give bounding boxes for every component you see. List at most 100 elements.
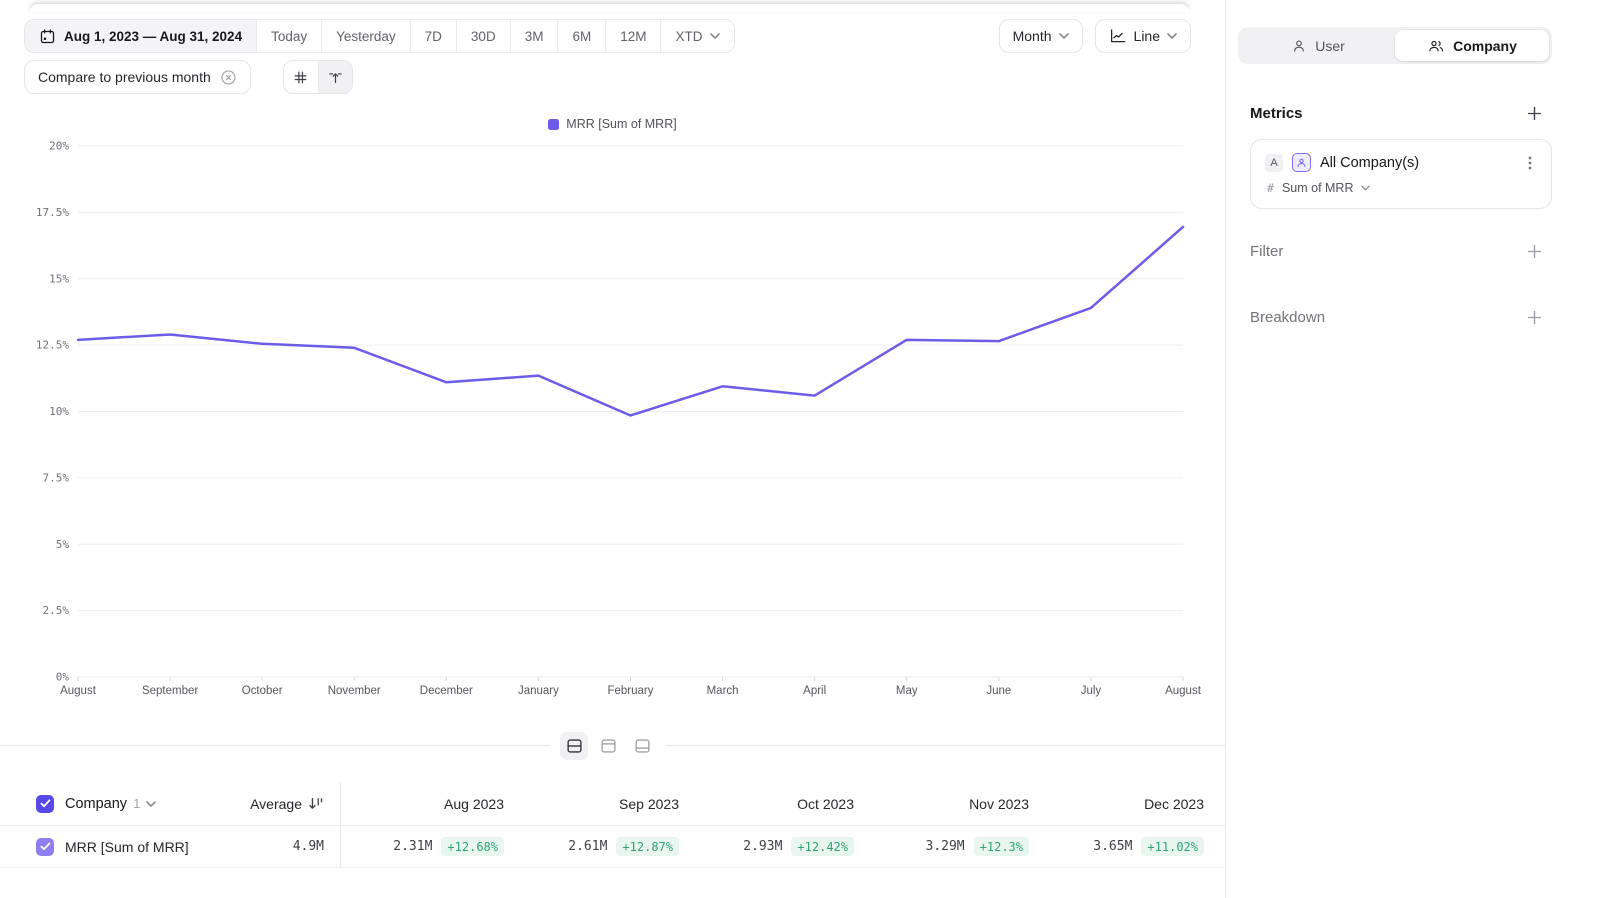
svg-text:15%: 15%	[49, 272, 69, 285]
month-value: 2.93M	[743, 839, 782, 854]
aggregation-selector[interactable]: # Sum of MRR	[1265, 181, 1537, 195]
svg-text:5%: 5%	[56, 538, 70, 551]
chevron-down-icon	[1059, 33, 1069, 39]
align-top-toggle-button[interactable]	[318, 61, 352, 93]
month-cell: 3.65M+11.02%	[1041, 826, 1216, 867]
add-metric-button[interactable]	[1526, 105, 1543, 122]
date-range-group: Aug 1, 2023 — Aug 31, 2024 TodayYesterda…	[24, 19, 735, 53]
layout-toggle-group	[550, 729, 666, 763]
chart-type-label: Line	[1134, 28, 1160, 44]
add-breakdown-button[interactable]	[1526, 309, 1543, 326]
quick-range-xtd[interactable]: XTD	[661, 20, 734, 52]
svg-text:7.5%: 7.5%	[43, 471, 70, 484]
delta-badge: +12.68%	[441, 837, 504, 856]
toolbar: Aug 1, 2023 — Aug 31, 2024 TodayYesterda…	[24, 19, 1191, 53]
quick-range-30d[interactable]: 30D	[457, 20, 511, 52]
chart-legend-item[interactable]: MRR [Sum of MRR]	[548, 117, 676, 131]
svg-text:2.5%: 2.5%	[43, 604, 70, 617]
metric-card-header: A All Company(s)	[1265, 153, 1537, 172]
series-checkbox[interactable]	[36, 838, 54, 856]
check-icon	[40, 799, 51, 808]
svg-text:May: May	[896, 685, 918, 697]
sort-icon	[308, 796, 324, 811]
chart-type-dropdown[interactable]: Line	[1095, 19, 1191, 53]
calendar-icon	[39, 28, 56, 45]
user-icon	[1291, 38, 1307, 54]
quick-range-yesterday[interactable]: Yesterday	[322, 20, 411, 52]
metrics-heading: Metrics	[1250, 105, 1303, 122]
svg-text:September: September	[142, 685, 198, 697]
card-top-edge	[30, 4, 1189, 12]
legend-swatch	[548, 119, 559, 130]
month-column-header[interactable]: Sep 2023	[516, 782, 691, 825]
svg-text:0%: 0%	[56, 671, 70, 684]
quick-range-7d[interactable]: 7D	[411, 20, 457, 52]
layout-chart-only-button[interactable]	[594, 732, 622, 760]
month-cell: 3.29M +12.3%	[866, 826, 1041, 867]
month-column-header[interactable]: Aug 2023	[341, 782, 516, 825]
aggregation-label: Sum of MRR	[1282, 181, 1354, 195]
quick-range-12m[interactable]: 12M	[606, 20, 661, 52]
table-row: MRR [Sum of MRR] 4.9M 2.31M+12.68%2.61M+…	[0, 826, 1225, 868]
delta-badge: +12.87%	[616, 837, 679, 856]
month-value: 3.65M	[1093, 839, 1132, 854]
delta-badge: +12.3%	[974, 837, 1029, 856]
svg-text:December: December	[420, 685, 473, 697]
average-column-header[interactable]: Average	[250, 796, 324, 812]
svg-text:June: June	[986, 685, 1011, 697]
svg-text:20%: 20%	[49, 140, 69, 153]
layout-split-button[interactable]	[560, 732, 588, 760]
grid-icon	[292, 69, 309, 86]
layout-table-only-button[interactable]	[628, 732, 656, 760]
date-range-button[interactable]: Aug 1, 2023 — Aug 31, 2024	[25, 20, 257, 52]
entity-column-header[interactable]: Company 1	[65, 796, 156, 812]
svg-text:August: August	[1165, 685, 1202, 697]
svg-text:October: October	[242, 685, 283, 697]
line-chart-icon	[1109, 27, 1127, 45]
month-headers: Aug 2023Sep 2023Oct 2023Nov 2023Dec 2023	[341, 782, 1225, 825]
check-icon	[40, 842, 51, 851]
data-table: Company 1 Average Aug 2023S	[0, 782, 1225, 868]
month-value: 2.61M	[568, 839, 607, 854]
kebab-menu-icon[interactable]	[1523, 155, 1537, 171]
plus-icon	[1526, 243, 1543, 260]
month-column-header[interactable]: Nov 2023	[866, 782, 1041, 825]
granularity-label: Month	[1013, 28, 1052, 44]
quick-range-3m[interactable]: 3M	[511, 20, 559, 52]
add-filter-button[interactable]	[1526, 243, 1543, 260]
chevron-down-icon	[1361, 185, 1370, 191]
tab-company[interactable]: Company	[1395, 30, 1549, 61]
metric-name: All Company(s)	[1320, 155, 1419, 171]
month-value: 3.29M	[926, 839, 965, 854]
close-circle-icon[interactable]	[220, 69, 237, 86]
tab-user[interactable]: User	[1241, 30, 1395, 61]
svg-text:March: March	[707, 685, 739, 697]
svg-text:12.5%: 12.5%	[36, 339, 69, 352]
delta-badge: +12.42%	[791, 837, 854, 856]
quick-range-6m[interactable]: 6M	[558, 20, 606, 52]
month-column-header[interactable]: Oct 2023	[691, 782, 866, 825]
entity-header-label: Company	[65, 796, 127, 812]
grid-toggle-button[interactable]	[284, 61, 318, 93]
config-sidebar: User Company Metrics A	[1225, 0, 1600, 898]
quick-range-today[interactable]: Today	[257, 20, 322, 52]
metric-letter-badge: A	[1265, 154, 1283, 172]
line-chart[interactable]: 0%2.5%5%7.5%10%12.5%15%17.5%20%AugustSep…	[0, 140, 1225, 702]
metric-card[interactable]: A All Company(s) # Sum of MRR	[1250, 139, 1552, 209]
layout-bottom-icon	[634, 738, 651, 754]
analytics-app: Aug 1, 2023 — Aug 31, 2024 TodayYesterda…	[0, 0, 1600, 898]
average-value: 4.9M	[293, 839, 324, 854]
chart-legend-row: MRR [Sum of MRR]	[0, 117, 1225, 131]
month-values: 2.31M+12.68%2.61M+12.87%2.93M+12.42%3.29…	[341, 826, 1225, 867]
granularity-dropdown[interactable]: Month	[999, 19, 1083, 53]
number-type-icon: #	[1267, 181, 1274, 195]
layout-split-icon	[566, 738, 583, 754]
average-header-label: Average	[250, 796, 302, 812]
select-all-checkbox[interactable]	[36, 795, 54, 813]
month-column-header[interactable]: Dec 2023	[1041, 782, 1216, 825]
series-row-label: MRR [Sum of MRR]	[65, 839, 189, 855]
chart-option-toggles	[283, 60, 353, 94]
compare-chip[interactable]: Compare to previous month	[24, 60, 251, 94]
breakdown-section-header: Breakdown	[1250, 309, 1543, 326]
entity-count: 1	[133, 796, 140, 811]
